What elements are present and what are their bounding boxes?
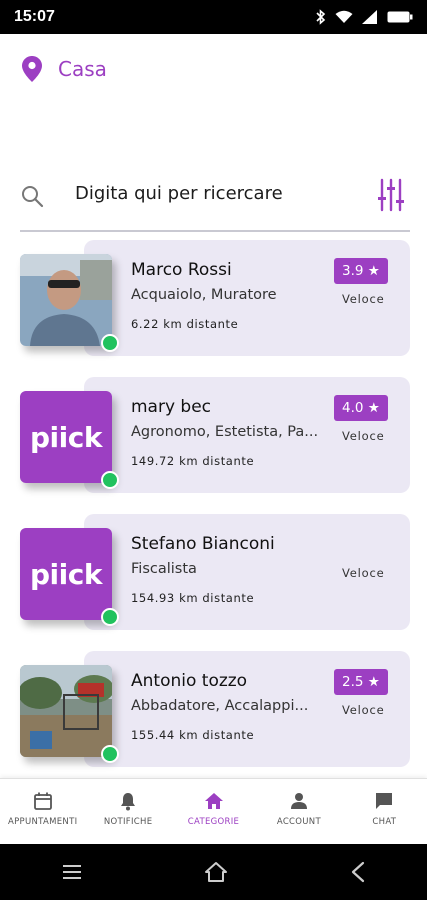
status-bar: 15:07 bbox=[0, 0, 427, 34]
professional-card[interactable]: piick mary bec Agronomo, Estetista, Pa..… bbox=[20, 377, 410, 493]
search-input[interactable]: Digita qui per ricercare bbox=[75, 183, 283, 204]
rating-badge: 4.0 ★ bbox=[334, 395, 388, 421]
online-status-dot bbox=[101, 334, 119, 352]
nav-appuntamenti[interactable]: APPUNTAMENTI bbox=[0, 779, 85, 844]
calendar-icon bbox=[33, 792, 52, 810]
wifi-icon bbox=[335, 10, 353, 23]
avatar bbox=[20, 665, 112, 757]
nav-chat[interactable]: CHAT bbox=[342, 779, 427, 844]
bottom-navigation: APPUNTAMENTI NOTIFICHE CATEGORIE ACCOUNT bbox=[0, 778, 427, 844]
person-icon bbox=[290, 793, 307, 809]
avatar bbox=[20, 254, 112, 346]
nav-label: ACCOUNT bbox=[276, 817, 321, 827]
status-icons bbox=[316, 9, 413, 25]
professional-categories: Abbadatore, Accalappi... bbox=[131, 698, 309, 714]
professional-categories: Acquaiolo, Muratore bbox=[131, 287, 277, 303]
nav-notifiche[interactable]: NOTIFICHE bbox=[85, 779, 170, 844]
piick-logo: piick bbox=[20, 528, 112, 620]
online-status-dot bbox=[101, 745, 119, 763]
piick-logo: piick bbox=[20, 391, 112, 483]
professional-distance: 155.44 km distante bbox=[131, 728, 255, 742]
professional-name: mary bec bbox=[131, 397, 212, 417]
professional-distance: 6.22 km distante bbox=[131, 317, 239, 331]
rating-badge: 3.9 ★ bbox=[334, 258, 388, 284]
status-time: 15:07 bbox=[14, 8, 55, 25]
signal-icon bbox=[362, 10, 377, 24]
search-bar[interactable]: Digita qui per ricercare bbox=[20, 176, 410, 232]
outdoor-photo-icon bbox=[20, 665, 112, 757]
professional-name: Antonio tozzo bbox=[131, 671, 248, 691]
location-pin-icon bbox=[22, 56, 42, 82]
speed-label: Veloce bbox=[342, 429, 385, 443]
speed-label: Veloce bbox=[342, 703, 385, 717]
online-status-dot bbox=[101, 471, 119, 489]
avatar: piick bbox=[20, 391, 112, 483]
nav-label: CATEGORIE bbox=[187, 817, 240, 827]
rating-badge: 2.5 ★ bbox=[334, 669, 388, 695]
home-button-icon[interactable] bbox=[204, 861, 228, 883]
avatar: piick bbox=[20, 528, 112, 620]
system-navigation-bar bbox=[0, 844, 427, 900]
professional-name: Stefano Bianconi bbox=[131, 534, 275, 554]
nav-label: NOTIFICHE bbox=[103, 817, 153, 827]
bluetooth-icon bbox=[316, 9, 326, 25]
nav-account[interactable]: ACCOUNT bbox=[256, 779, 341, 844]
professional-distance: 154.93 km distante bbox=[131, 591, 255, 605]
professional-card[interactable]: Antonio tozzo Abbadatore, Accalappi... 1… bbox=[20, 651, 410, 767]
location-selector[interactable]: Casa bbox=[22, 56, 107, 82]
speed-label: Veloce bbox=[342, 292, 385, 306]
app-screen: Casa Digita qui per ricercare Marco Ross… bbox=[0, 34, 427, 844]
nav-label: APPUNTAMENTI bbox=[8, 817, 78, 827]
professional-card[interactable]: piick Stefano Bianconi Fiscalista 154.93… bbox=[20, 514, 410, 630]
man-photo-icon bbox=[20, 254, 112, 346]
menu-icon[interactable] bbox=[61, 863, 83, 881]
professional-categories: Fiscalista bbox=[131, 561, 197, 577]
professional-categories: Agronomo, Estetista, Pa... bbox=[131, 424, 319, 440]
speed-label: Veloce bbox=[342, 566, 385, 580]
back-icon[interactable] bbox=[349, 861, 367, 883]
chat-icon bbox=[376, 793, 393, 809]
bell-icon bbox=[121, 793, 136, 811]
nav-categorie[interactable]: CATEGORIE bbox=[171, 779, 256, 844]
professional-name: Marco Rossi bbox=[131, 260, 232, 280]
online-status-dot bbox=[101, 608, 119, 626]
professional-distance: 149.72 km distante bbox=[131, 454, 255, 468]
filter-icon[interactable] bbox=[378, 178, 404, 212]
home-icon bbox=[204, 793, 223, 809]
battery-icon bbox=[387, 11, 413, 23]
professional-card[interactable]: Marco Rossi Acquaiolo, Muratore 6.22 km … bbox=[20, 240, 410, 356]
nav-label: CHAT bbox=[372, 817, 397, 827]
search-icon bbox=[22, 186, 44, 208]
location-label: Casa bbox=[58, 57, 107, 81]
